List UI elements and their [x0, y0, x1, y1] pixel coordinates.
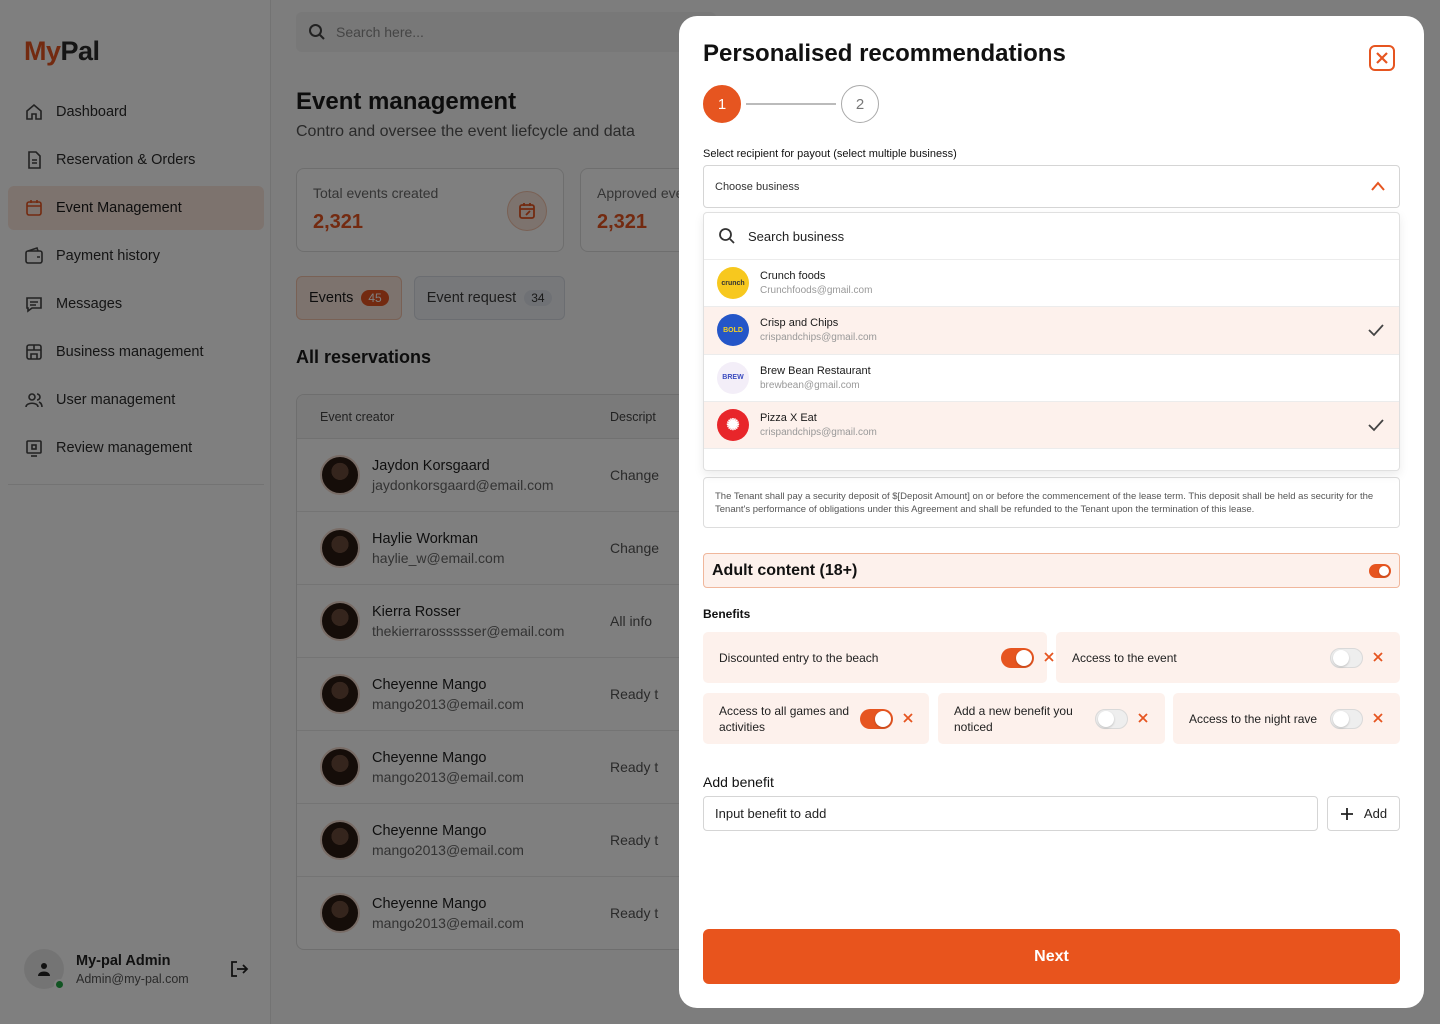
checkmark-icon [1368, 324, 1384, 337]
business-search-placeholder: Search business [748, 228, 845, 244]
remove-benefit-icon[interactable] [1373, 713, 1383, 723]
adult-content-toggle[interactable] [1369, 564, 1391, 578]
stepper: 1 2 [703, 85, 879, 123]
business-email: brewbean@gmail.com [760, 379, 860, 391]
modal-title: Personalised recommendations [703, 40, 1066, 67]
business-name: Pizza X Eat [760, 412, 817, 425]
toggle-knob [1333, 649, 1349, 666]
toggle-knob [1016, 649, 1032, 666]
benefit-toggle[interactable] [1095, 708, 1128, 729]
toggle-knob [875, 710, 891, 727]
business-email: Crunchfoods@gmail.com [760, 285, 873, 297]
benefit-label: Access to the event [1072, 650, 1177, 665]
business-logo: ✺ [717, 409, 749, 442]
add-benefit-placeholder: Input benefit to add [715, 806, 827, 821]
checkmark-icon [1368, 419, 1384, 432]
adult-content-label: Adult content (18+) [712, 561, 858, 579]
business-name: Brew Bean Restaurant [760, 364, 871, 377]
plus-icon [1340, 807, 1353, 820]
business-option[interactable]: crunch Crunch foods Crunchfoods@gmail.com [704, 260, 1399, 308]
step-2[interactable]: 2 [841, 85, 879, 123]
benefit-card: Access to the event [1056, 632, 1400, 683]
benefit-card: Access to the night rave [1173, 693, 1400, 744]
remove-benefit-icon[interactable] [1373, 652, 1383, 662]
step-connector [746, 103, 836, 105]
remove-benefit-icon[interactable] [1138, 713, 1148, 723]
remove-benefit-icon[interactable] [1044, 652, 1054, 662]
benefit-toggle[interactable] [1001, 647, 1034, 668]
add-benefit-input[interactable]: Input benefit to add [703, 796, 1318, 831]
next-button[interactable]: Next [703, 929, 1400, 984]
terms-textarea[interactable]: The Tenant shall pay a security deposit … [703, 477, 1400, 528]
recipient-label: Select recipient for payout (select mult… [703, 148, 957, 160]
benefit-label: Access to the night rave [1189, 711, 1318, 726]
benefit-toggle[interactable] [1330, 647, 1363, 668]
close-icon [1376, 52, 1388, 64]
business-name: Crisp and Chips [760, 317, 839, 330]
business-email: crispandchips@gmail.com [760, 427, 877, 439]
benefit-toggle[interactable] [860, 708, 893, 729]
business-email: crispandchips@gmail.com [760, 332, 877, 344]
benefit-toggle[interactable] [1330, 708, 1363, 729]
benefit-label: Add a new benefit you noticed [954, 703, 1073, 734]
adult-content-row: Adult content (18+) [703, 553, 1400, 588]
business-option[interactable]: ✺ Pizza X Eat crispandchips@gmail.com [704, 401, 1399, 450]
toggle-knob [1379, 566, 1389, 576]
next-button-label: Next [1034, 947, 1069, 965]
add-benefit-label: Add benefit [703, 774, 774, 790]
close-button[interactable] [1369, 45, 1395, 71]
step-1[interactable]: 1 [703, 85, 741, 123]
business-logo: crunch [717, 267, 749, 300]
toggle-knob [1098, 710, 1114, 727]
benefits-label: Benefits [703, 607, 751, 621]
business-search-input[interactable]: Search business [704, 213, 1399, 260]
remove-benefit-icon[interactable] [903, 713, 913, 723]
chevron-up-icon [1371, 181, 1385, 191]
business-option[interactable]: BREW Brew Bean Restaurant brewbean@gmail.c… [704, 355, 1399, 402]
toggle-knob [1333, 710, 1349, 727]
benefit-label: Access to all games and activities [719, 703, 850, 734]
business-name: Crunch foods [760, 270, 826, 283]
recommendations-modal: Personalised recommendations 1 2 Select … [679, 16, 1424, 1008]
benefit-card: Add a new benefit you noticed [938, 693, 1165, 744]
add-button-label: Add [1363, 806, 1388, 821]
business-option[interactable]: BOLD Crisp and Chips crispandchips@gmail.c… [704, 307, 1399, 355]
business-logo: BREW [717, 361, 749, 394]
select-value: Choose business [715, 180, 800, 193]
benefit-card: Access to all games and activities [703, 693, 929, 744]
business-logo: BOLD [717, 314, 749, 347]
business-select[interactable]: Choose business [703, 165, 1400, 208]
search-icon [719, 228, 735, 244]
benefit-label: Discounted entry to the beach [719, 650, 879, 665]
benefit-card: Discounted entry to the beach [703, 632, 1054, 683]
business-dropdown: Search business crunch Crunch foods Crunch… [703, 212, 1400, 471]
add-benefit-button[interactable]: Add [1327, 796, 1400, 831]
